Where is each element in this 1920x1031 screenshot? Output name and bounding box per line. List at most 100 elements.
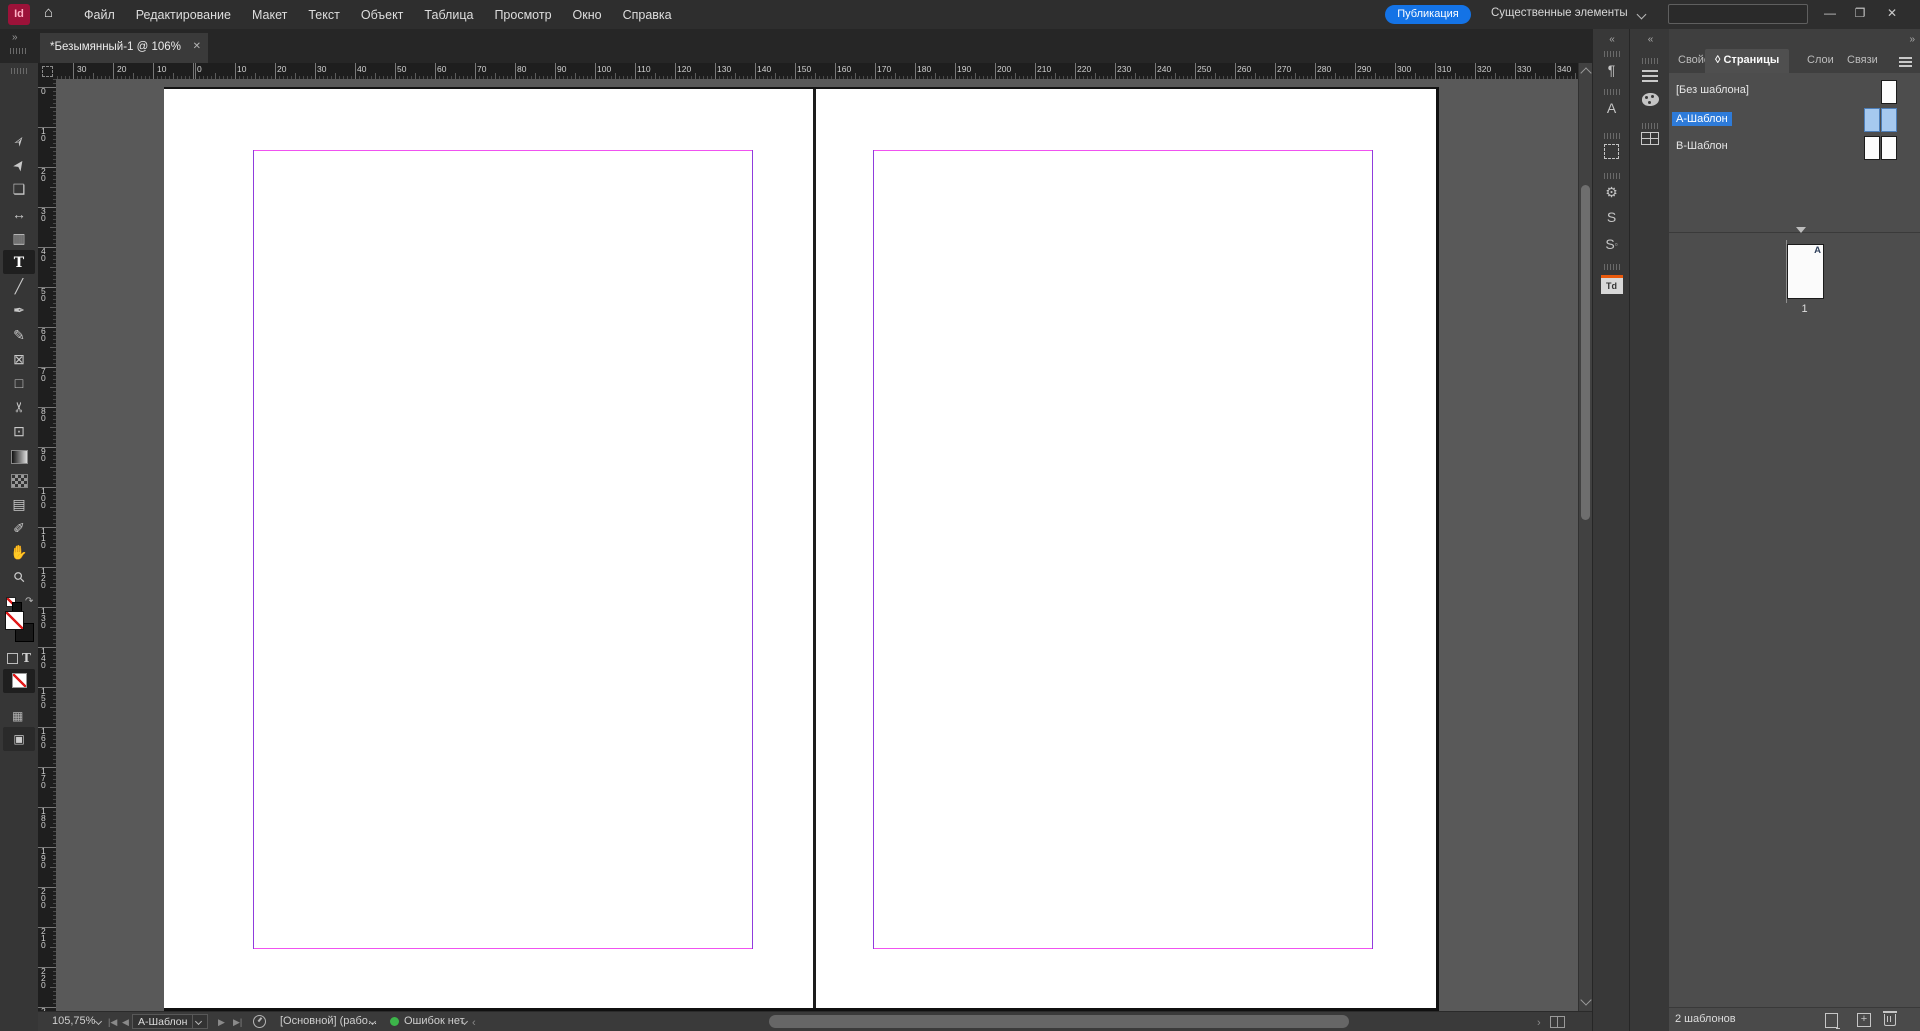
stock-license-panel[interactable]: S▫: [1593, 236, 1630, 252]
master-row[interactable]: В-Шаблон: [1669, 134, 1920, 162]
eyedropper-tool[interactable]: ✐: [0, 516, 38, 540]
window-minimize-button[interactable]: —: [1820, 6, 1840, 20]
edit-page-size-icon[interactable]: [1825, 1013, 1840, 1029]
rectangle-tool[interactable]: □: [0, 371, 38, 395]
horizontal-scrollbar-thumb[interactable]: [769, 1015, 1349, 1028]
paragraph-styles-panel[interactable]: ¶: [1593, 62, 1630, 78]
frame-grid-panel[interactable]: [1593, 144, 1630, 162]
preflight-gauge-icon[interactable]: [253, 1015, 266, 1028]
fill-swatch[interactable]: [5, 611, 24, 630]
menu-6[interactable]: Просмотр: [494, 8, 551, 22]
scroll-down-icon[interactable]: [1580, 994, 1592, 1006]
menu-7[interactable]: Окно: [573, 8, 602, 22]
page-master-chevron-icon[interactable]: [192, 1015, 207, 1028]
master-thumbnail[interactable]: [1864, 108, 1880, 132]
dock-collapse-icon[interactable]: «: [1593, 34, 1630, 45]
character-styles-panel[interactable]: A: [1593, 100, 1630, 116]
zoom-level-chevron-icon[interactable]: [94, 1017, 103, 1026]
dock-grip[interactable]: [1603, 264, 1620, 270]
split-view-icon[interactable]: [1550, 1016, 1565, 1028]
window-close-button[interactable]: ✕: [1882, 6, 1902, 20]
vertical-scrollbar-thumb[interactable]: [1581, 185, 1590, 520]
home-icon[interactable]: ⌂: [44, 4, 53, 21]
master-thumbnail[interactable]: [1881, 136, 1897, 160]
master-thumbnail[interactable]: [1881, 80, 1897, 104]
note-tool[interactable]: ▤: [0, 492, 38, 516]
menu-3[interactable]: Текст: [308, 8, 339, 22]
screen-mode-button[interactable]: ▣: [3, 727, 35, 751]
dock-grip[interactable]: [1642, 123, 1658, 129]
zoom-level-value[interactable]: 105,75%: [52, 1015, 95, 1027]
horizontal-ruler[interactable]: 30 20 10 0 10 20 30 40 50 60 70 80 90 100 110 120 130 140…: [56, 63, 1578, 80]
ruler-origin-corner[interactable]: [38, 63, 57, 80]
dock-grip[interactable]: [1603, 133, 1620, 139]
dock-collapse-icon[interactable]: «: [1630, 34, 1670, 45]
publish-button[interactable]: Публикация: [1385, 5, 1471, 24]
hscroll-right-icon[interactable]: ›: [1537, 1017, 1541, 1029]
toolbar-expand-icon[interactable]: »: [12, 32, 17, 43]
new-page-icon[interactable]: +: [1857, 1013, 1871, 1027]
layout-selector[interactable]: [Основной] (рабо...: [280, 1015, 377, 1027]
line-tool[interactable]: ╱: [0, 274, 38, 298]
dock-grip[interactable]: [1603, 89, 1620, 95]
hscroll-left-icon[interactable]: ‹: [472, 1017, 476, 1029]
content-collector-tool[interactable]: ▥: [0, 226, 38, 250]
tab-links[interactable]: Связи: [1847, 54, 1878, 66]
hand-tool[interactable]: ✋: [0, 540, 38, 564]
frame-tool[interactable]: ⊠: [0, 347, 38, 371]
tab-pages[interactable]: ◊ Страницы: [1705, 49, 1790, 73]
scroll-up-icon[interactable]: [1580, 67, 1592, 79]
master-thumbnail[interactable]: [1864, 136, 1880, 160]
ted-plugin-panel[interactable]: Td: [1593, 275, 1630, 294]
panel-menu-icon[interactable]: [1899, 57, 1912, 59]
spread[interactable]: [164, 87, 1439, 1011]
search-input[interactable]: [1668, 4, 1808, 24]
delete-page-icon[interactable]: [1883, 1011, 1897, 1026]
panel-collapse-icon[interactable]: »: [1909, 34, 1914, 45]
document-tab-close-icon[interactable]: ✕: [193, 41, 201, 52]
toolbar-grip[interactable]: [10, 48, 26, 54]
swap-fill-stroke-icon[interactable]: ↷: [25, 596, 33, 607]
previous-page-button[interactable]: ◀: [122, 1017, 129, 1028]
master-thumbnail[interactable]: [1881, 108, 1897, 132]
cc-libraries-panel[interactable]: [1630, 132, 1670, 148]
dock-grip[interactable]: [1603, 173, 1620, 179]
menu-8[interactable]: Справка: [623, 8, 672, 22]
selection-tool[interactable]: ➢: [0, 129, 38, 153]
apply-none-button[interactable]: [3, 669, 35, 693]
master-row[interactable]: [Без шаблона]: [1669, 78, 1920, 106]
last-page-button[interactable]: ▶|: [233, 1017, 242, 1028]
pen-tool[interactable]: ✒: [0, 298, 38, 322]
page-master-dropdown[interactable]: А-Шаблон: [132, 1014, 208, 1029]
zoom-tool[interactable]: ⚲: [0, 565, 38, 589]
pencil-tool[interactable]: ✎: [0, 323, 38, 347]
menu-2[interactable]: Макет: [252, 8, 287, 22]
menu-5[interactable]: Таблица: [424, 8, 473, 22]
gradient-feather-tool[interactable]: [0, 468, 38, 492]
swatches-panel[interactable]: [1630, 93, 1670, 109]
gap-tool[interactable]: ↔: [0, 202, 38, 226]
next-page-button[interactable]: ▶: [218, 1017, 225, 1028]
vertical-ruler[interactable]: 0 1 0 2 0 3 0 4 0 5 0 6 0 7 0 8 0 9 0 1 0 0 1 1 0 1 …: [38, 79, 57, 1011]
preflight-status[interactable]: Ошибок нет: [404, 1015, 465, 1027]
plugins-panel[interactable]: ⚙: [1593, 184, 1630, 201]
workspace-chevron-icon[interactable]: [1636, 9, 1647, 20]
workspace-switcher[interactable]: Существенные элементы: [1491, 7, 1628, 19]
menu-4[interactable]: Объект: [361, 8, 404, 22]
formatting-affects-text-icon[interactable]: T: [22, 651, 31, 665]
menu-0[interactable]: Файл: [84, 8, 115, 22]
type-tool[interactable]: T: [3, 250, 35, 274]
free-transform-tool[interactable]: ⊡: [0, 419, 38, 443]
first-page-button[interactable]: |◀: [108, 1017, 117, 1028]
tab-layers[interactable]: Слои: [1807, 54, 1834, 66]
document-tab[interactable]: *Безымянный-1 @ 106% ✕: [40, 33, 208, 63]
scissors-tool[interactable]: ✂: [0, 395, 38, 419]
page-1-thumbnail[interactable]: A: [1787, 244, 1824, 299]
gradient-swatch-tool[interactable]: [0, 444, 38, 468]
tools-grip[interactable]: [11, 68, 27, 74]
adobe-stock-panel[interactable]: S: [1593, 209, 1630, 225]
stroke-panel[interactable]: [1630, 69, 1670, 85]
vertical-scrollbar[interactable]: [1578, 63, 1593, 1011]
direct-selection-tool[interactable]: ➤: [0, 153, 38, 177]
dock-grip[interactable]: [1603, 51, 1620, 57]
